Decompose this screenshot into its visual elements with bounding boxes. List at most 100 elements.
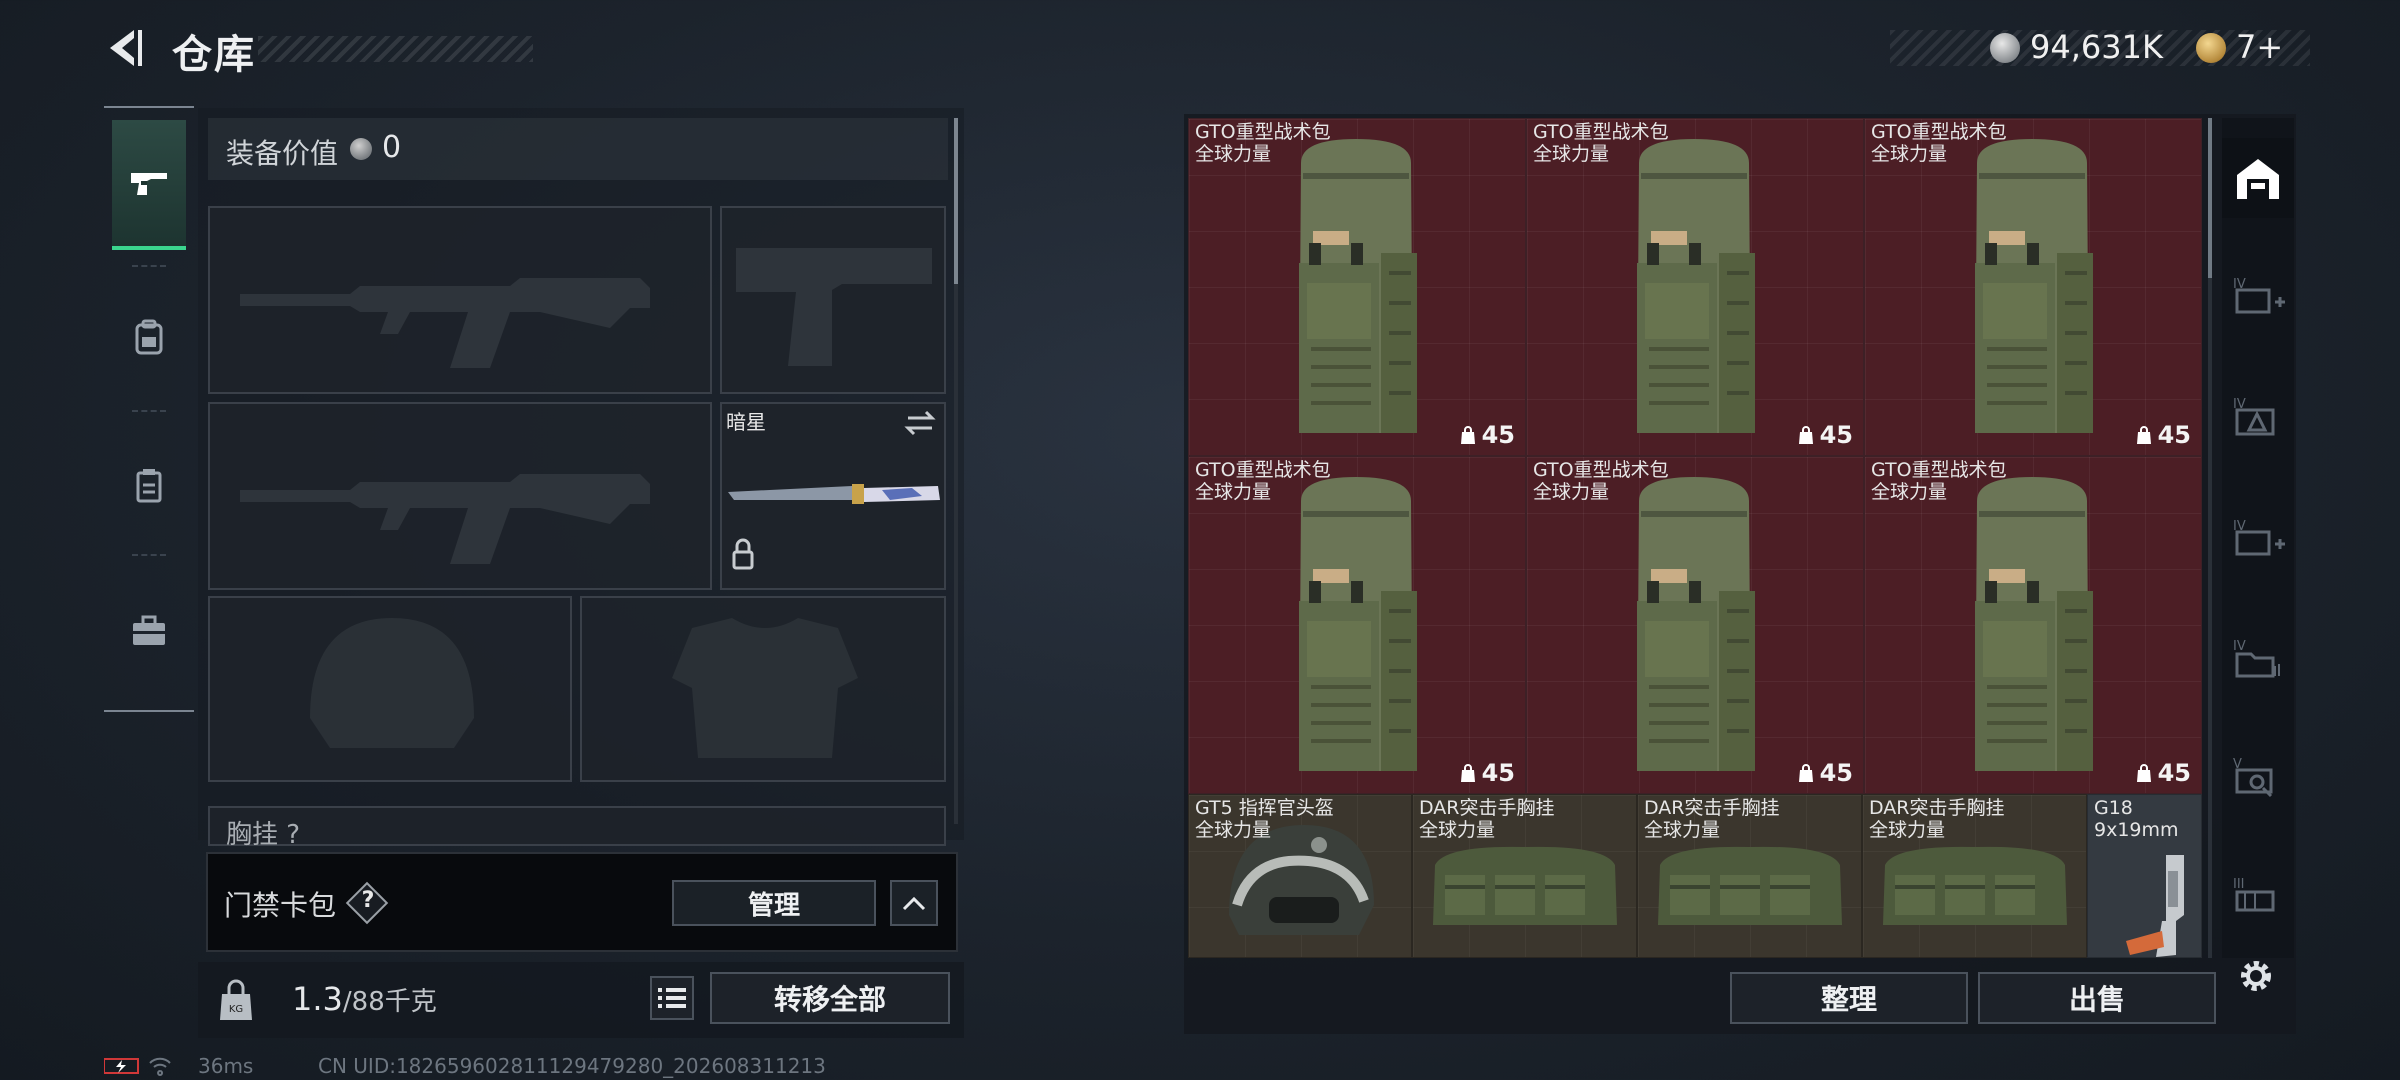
sell-button[interactable]: 出售	[1978, 972, 2216, 1024]
pistol-slot[interactable]	[720, 206, 946, 394]
storage-item-backpack[interactable]: GTO重型战术包 全球力量 45	[1188, 456, 1526, 794]
item-name: DAR突击手胸挂	[1869, 797, 2005, 819]
sort-button[interactable]: 整理	[1730, 972, 1968, 1024]
battery-signal-icon	[103, 1056, 190, 1080]
item-subtitle: 全球力量	[1533, 143, 1610, 165]
storage-grid: GTO重型战术包 全球力量 45 GTO重型战术包 全球力量 45 GTO重型战术包 全球力量…	[1188, 118, 2202, 958]
item-capacity: 45	[1460, 759, 1515, 787]
chevron-up-icon	[902, 896, 926, 911]
ping-readout: 36ms	[198, 1054, 254, 1078]
item-name: GTO重型战术包	[1871, 459, 2007, 481]
back-arrow-icon[interactable]	[100, 24, 148, 72]
page-title: 仓库	[172, 32, 256, 78]
warehouse-icon	[2237, 159, 2279, 199]
rifle-silhouette-icon	[240, 278, 650, 368]
nav-tab-medkit[interactable]	[112, 566, 186, 696]
svg-text:IV: IV	[2233, 639, 2246, 654]
money-amount: 94,631K	[2030, 28, 2163, 66]
backpack-icon	[135, 319, 163, 355]
primary-weapon-slot-1[interactable]	[208, 206, 712, 394]
storage-tab-iv-folder[interactable]: IV	[2222, 618, 2294, 698]
transfer-all-button[interactable]: 转移全部	[710, 972, 950, 1024]
list-view-button[interactable]	[650, 976, 694, 1020]
weight-bag-icon: KG	[216, 978, 256, 1022]
value-coin-icon	[350, 138, 372, 160]
chest-rig-label: 胸挂 ?	[226, 820, 301, 850]
help-icon[interactable]: ?	[358, 888, 378, 913]
storage-tab-icon: IV	[2233, 397, 2275, 436]
search-storage-icon: V	[2233, 757, 2273, 798]
helmet-silhouette-icon	[310, 618, 474, 748]
svg-text:KG: KG	[229, 1004, 243, 1015]
equip-value-number: 0	[382, 130, 402, 165]
clipboard-icon	[136, 469, 162, 503]
item-name: GT5 指挥官头盔	[1195, 797, 1334, 819]
storage-item-backpack[interactable]: GTO重型战术包 全球力量 45	[1864, 456, 2202, 794]
silver-coin-icon	[1990, 33, 2020, 63]
item-capacity: 45	[1798, 759, 1853, 787]
storage-tab-main[interactable]	[2222, 138, 2294, 218]
storage-item-helmet[interactable]: GT5 指挥官头盔 全球力量	[1188, 794, 1412, 958]
item-subtitle: 全球力量	[1195, 819, 1272, 841]
item-capacity: 45	[1460, 421, 1515, 449]
storage-tab-iv-add-2[interactable]: IV	[2222, 498, 2294, 578]
svg-text:III: III	[2233, 877, 2245, 892]
helmet-slot[interactable]	[208, 596, 572, 782]
nav-separator	[132, 554, 166, 556]
loadout-scroll-thumb[interactable]	[954, 118, 958, 284]
item-subtitle: 9x19mm	[2094, 819, 2179, 841]
item-subtitle: 全球力量	[1871, 481, 1948, 503]
item-name: GTO重型战术包	[1195, 121, 1331, 143]
weight-readout: 1.3/88千克	[292, 980, 437, 1018]
item-subtitle: 全球力量	[1195, 143, 1272, 165]
primary-weapon-slot-2[interactable]	[208, 402, 712, 590]
nav-separator	[132, 265, 166, 267]
collapse-button[interactable]	[890, 880, 938, 926]
expand-storage-icon: IV	[2233, 277, 2285, 314]
nav-tab-supplies[interactable]	[112, 420, 186, 550]
storage-tab-iv-triangle[interactable]: IV	[2222, 376, 2294, 456]
storage-tab-iii[interactable]: III	[2222, 856, 2294, 936]
equip-value-label: 装备价值	[226, 137, 339, 170]
item-name: GTO重型战术包	[1195, 459, 1331, 481]
gear-icon[interactable]	[2234, 954, 2278, 998]
item-capacity: 45	[1798, 421, 1853, 449]
item-capacity: 45	[2136, 759, 2191, 787]
nav-tab-gear[interactable]	[112, 272, 186, 402]
storage-tab-iv-add[interactable]: IV	[2222, 256, 2294, 336]
storage-item-vest[interactable]: DAR突击手胸挂 全球力量	[1862, 794, 2087, 958]
pistol-icon	[131, 173, 167, 195]
storage-scroll-thumb[interactable]	[2208, 118, 2212, 278]
chest-rig-slot[interactable]	[208, 806, 946, 846]
item-name: DAR突击手胸挂	[1419, 797, 1555, 819]
item-capacity: 45	[2136, 421, 2191, 449]
item-subtitle: 全球力量	[1195, 481, 1272, 503]
item-subtitle: 全球力量	[1419, 819, 1496, 841]
pistol-silhouette-icon	[736, 248, 932, 366]
nav-divider-top	[104, 106, 194, 108]
storage-item-vest[interactable]: DAR突击手胸挂 全球力量	[1637, 794, 1862, 958]
storage-item-backpack[interactable]: GTO重型战术包 全球力量 45	[1526, 118, 1864, 456]
uid-text: CN UID:1826596028111294792​80_2026083112…	[318, 1054, 826, 1078]
storage-item-vest[interactable]: DAR突击手胸挂 全球力量	[1412, 794, 1637, 958]
armor-silhouette-icon	[672, 618, 858, 758]
item-name: GTO重型战术包	[1871, 121, 2007, 143]
weight-capacity: /88千克	[342, 987, 437, 1017]
storage-item-backpack[interactable]: GTO重型战术包 全球力量 45	[1526, 456, 1864, 794]
armor-slot[interactable]	[580, 596, 946, 782]
storage-item-backpack[interactable]: GTO重型战术包 全球力量 45	[1864, 118, 2202, 456]
storage-tab-v-search[interactable]: V	[2222, 736, 2294, 816]
storage-item-pistol[interactable]: G18 9x19mm	[2087, 794, 2202, 958]
manage-button[interactable]: 管理	[672, 880, 876, 926]
gold-ticket-icon	[2196, 33, 2226, 63]
storage-item-backpack[interactable]: GTO重型战术包 全球力量 45	[1188, 118, 1526, 456]
item-subtitle: 全球力量	[1871, 143, 1948, 165]
item-name: GTO重型战术包	[1533, 459, 1669, 481]
list-icon	[658, 988, 686, 1008]
storage-tab-icon: III	[2233, 877, 2275, 912]
melee-item-name: 暗星	[726, 410, 766, 434]
folder-icon: IV	[2233, 639, 2280, 678]
nav-tab-weapons[interactable]	[112, 120, 186, 250]
item-name: DAR突击手胸挂	[1644, 797, 1780, 819]
briefcase-icon	[133, 615, 165, 645]
